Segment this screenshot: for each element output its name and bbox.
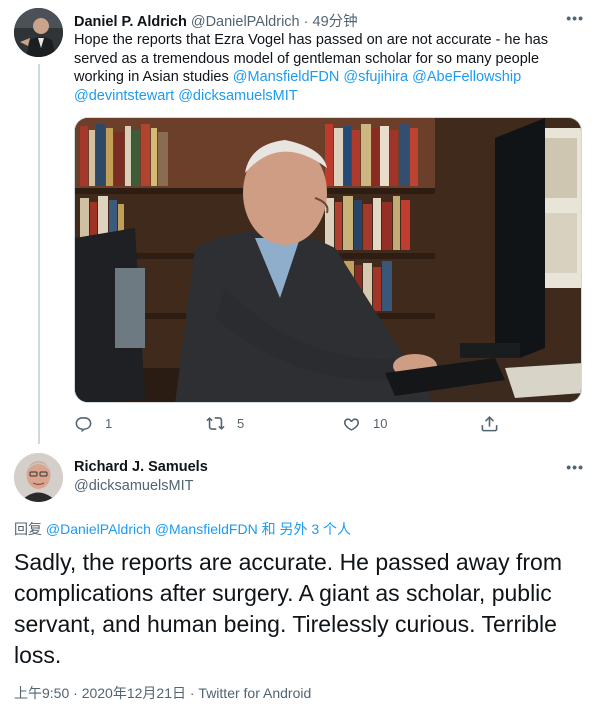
mention-link[interactable]: @AbeFellowship [412, 69, 521, 85]
author-handle[interactable]: @DanielPAldrich [191, 14, 300, 30]
retweet-count: 5 [237, 415, 245, 431]
more-icon[interactable]: ••• [566, 459, 584, 475]
author-name[interactable]: Daniel P. Aldrich [74, 14, 187, 30]
author-handle[interactable]: @dicksamuelsMIT [74, 478, 193, 494]
retweet-button[interactable]: 5 [206, 410, 244, 436]
reply-icon [75, 416, 92, 432]
like-count: 10 [373, 415, 388, 431]
like-button[interactable]: 10 [342, 410, 387, 436]
author-name[interactable]: Richard J. Samuels [74, 459, 208, 475]
mention-link[interactable]: @MansfieldFDN [233, 69, 340, 85]
avatar[interactable] [14, 453, 63, 502]
separator-dot: · [299, 14, 313, 30]
tweet-actions: 1 5 10 [74, 410, 524, 436]
reply-context: 回复 @DanielPAldrich @MansfieldFDN 和 另外 3 … [14, 519, 351, 539]
share-button[interactable] [480, 410, 499, 436]
heart-icon [343, 417, 360, 431]
tweet-text: Hope the reports that Ezra Vogel has pas… [74, 31, 564, 105]
share-icon [481, 415, 498, 431]
tweet-header: Daniel P. Aldrich @DanielPAldrich · 49分钟 [74, 10, 358, 31]
mention-link[interactable]: @dicksamuelsMIT [178, 88, 297, 104]
tweet-photo[interactable] [74, 117, 582, 403]
retweet-icon [206, 416, 225, 430]
mention-link[interactable]: @devintstewart [74, 88, 174, 104]
reply-prefix: 回复 [14, 521, 46, 537]
timestamp[interactable]: 49分钟 [313, 14, 358, 30]
tweet-text: Sadly, the reports are accurate. He pass… [14, 549, 563, 668]
more-icon[interactable]: ••• [566, 10, 584, 26]
mention-link[interactable]: @sfujihira [343, 69, 408, 85]
reply-others[interactable]: 和 另外 3 个人 [258, 521, 351, 537]
reply-count: 1 [105, 415, 113, 431]
reply-mentions[interactable]: @DanielPAldrich @MansfieldFDN [46, 521, 258, 537]
tweet-meta[interactable]: 上午9:50 · 2020年12月21日 · Twitter for Andro… [14, 683, 311, 703]
reply-button[interactable]: 1 [74, 410, 112, 436]
avatar[interactable] [14, 8, 63, 57]
tweet-daniel-aldrich[interactable]: Daniel P. Aldrich @DanielPAldrich · 49分钟… [0, 0, 598, 443]
